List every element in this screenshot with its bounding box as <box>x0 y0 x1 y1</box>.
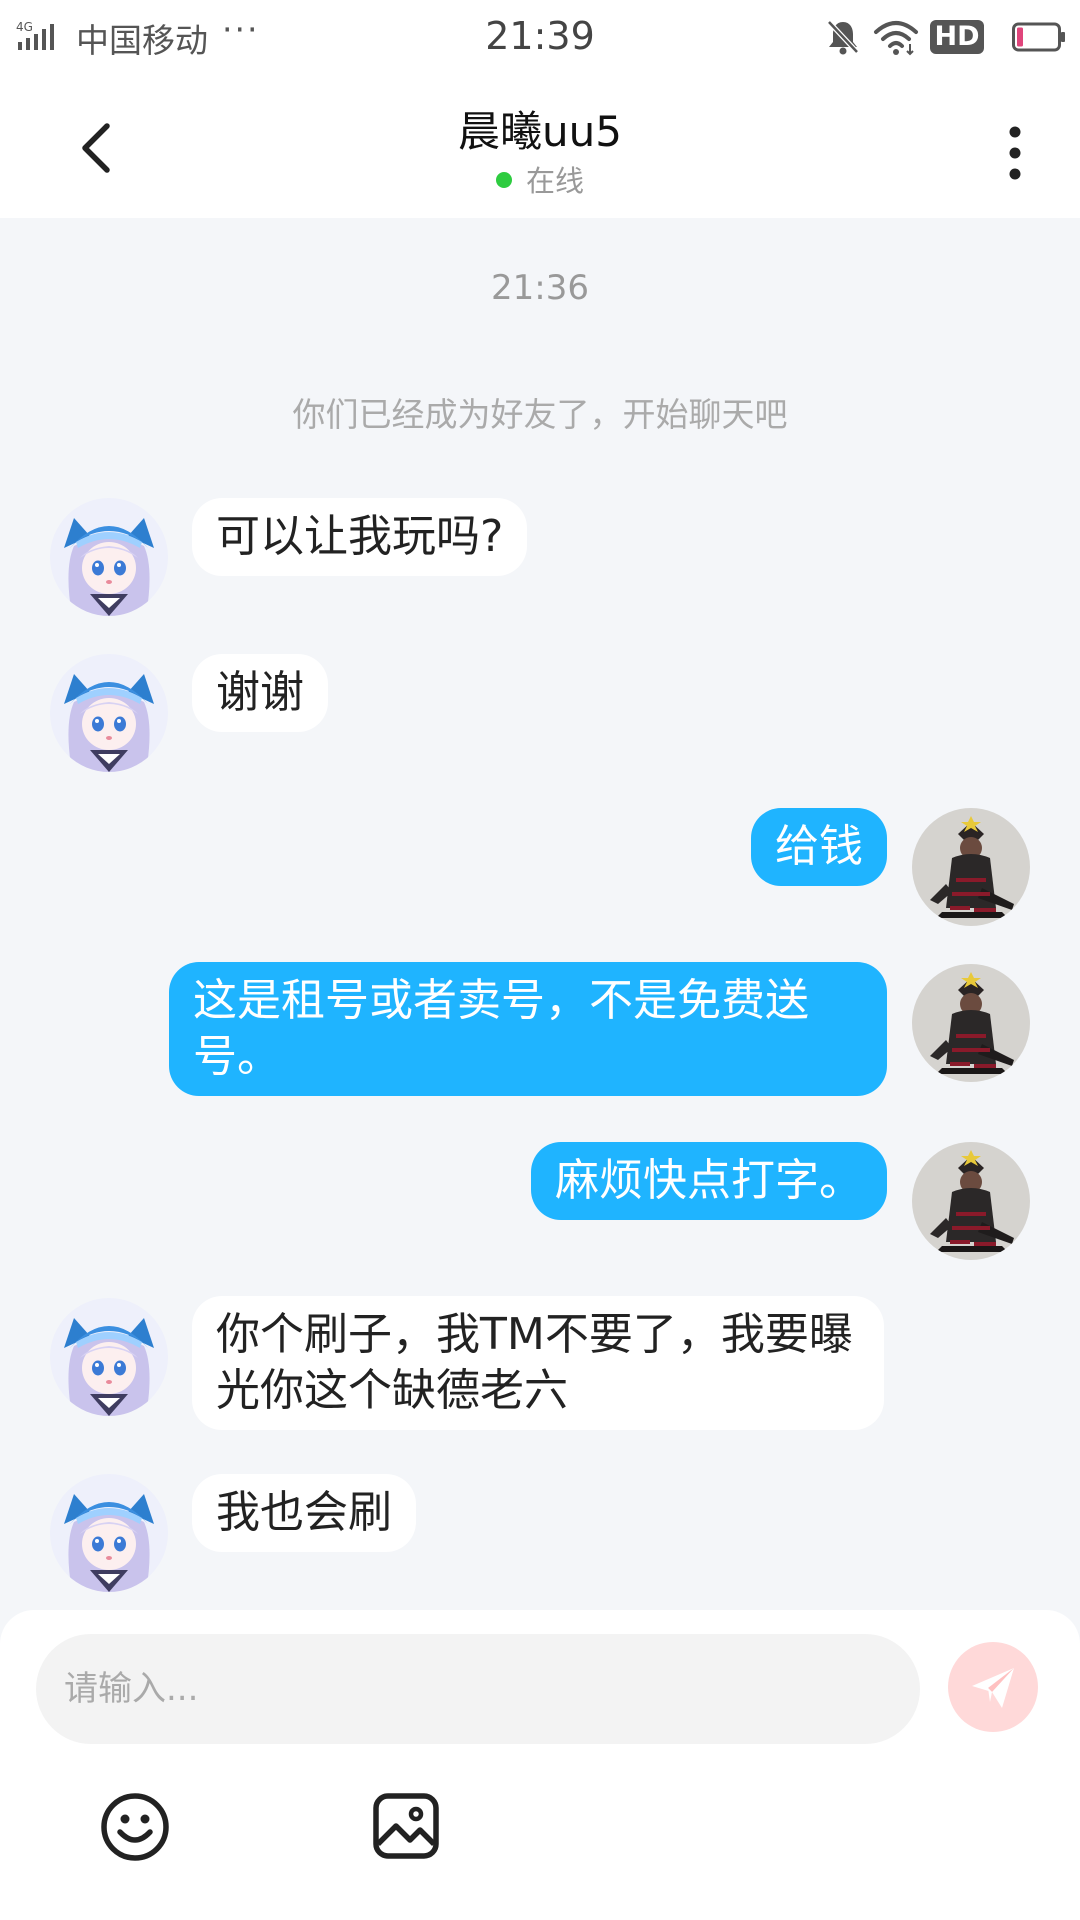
contact-avatar[interactable] <box>50 1474 168 1592</box>
message-list[interactable]: 21:36 你们已经成为好友了，开始聊天吧 可以让我玩吗? 谢谢 给钱 这是租号… <box>0 218 1080 1610</box>
message-timestamp: 21:36 <box>491 268 589 308</box>
incoming-message-bubble[interactable]: 谢谢 <box>192 654 328 732</box>
kebab-menu-icon <box>1009 126 1021 180</box>
online-status-label: 在线 <box>525 164 584 198</box>
send-button[interactable] <box>948 1642 1038 1732</box>
online-status: 在线 <box>0 158 1080 200</box>
paper-plane-icon <box>972 1668 1014 1708</box>
incoming-message-bubble[interactable]: 你个刷子，我TM不要了，我要曝光你这个缺德老六 <box>192 1296 884 1430</box>
more-options-button[interactable] <box>990 118 1040 188</box>
emoji-button[interactable] <box>98 1790 172 1864</box>
contact-avatar[interactable] <box>50 654 168 772</box>
wifi-icon <box>874 21 918 56</box>
emoji-icon <box>101 1793 169 1861</box>
system-notice: 你们已经成为好友了，开始聊天吧 <box>292 395 788 434</box>
message-input[interactable] <box>36 1634 920 1744</box>
battery-icon <box>1012 22 1065 52</box>
user-avatar[interactable] <box>912 964 1030 1082</box>
online-dot-icon <box>495 172 512 188</box>
incoming-message-bubble[interactable]: 可以让我玩吗? <box>192 498 528 576</box>
contact-name: 晨曦uu5 <box>458 107 622 156</box>
mute-bell-icon <box>827 20 859 55</box>
image-button[interactable] <box>370 1790 442 1862</box>
status-bar: 4G 中国移动 ··· 21:39 HD <box>0 0 1080 78</box>
chat-header: 晨曦uu5 在线 <box>0 78 1080 218</box>
incoming-message-bubble[interactable]: 我也会刷 <box>192 1474 416 1552</box>
image-icon <box>373 1793 439 1859</box>
hd-badge: HD <box>930 20 984 54</box>
outgoing-message-bubble[interactable]: 这是租号或者卖号，不是免费送号。 <box>169 962 887 1096</box>
outgoing-message-bubble[interactable]: 给钱 <box>751 808 887 886</box>
message-composer <box>0 1610 1080 1920</box>
user-avatar[interactable] <box>912 1142 1030 1260</box>
contact-avatar[interactable] <box>50 1298 168 1416</box>
contact-avatar[interactable] <box>50 498 168 616</box>
user-avatar[interactable] <box>912 808 1030 926</box>
outgoing-message-bubble[interactable]: 麻烦快点打字。 <box>531 1142 887 1220</box>
